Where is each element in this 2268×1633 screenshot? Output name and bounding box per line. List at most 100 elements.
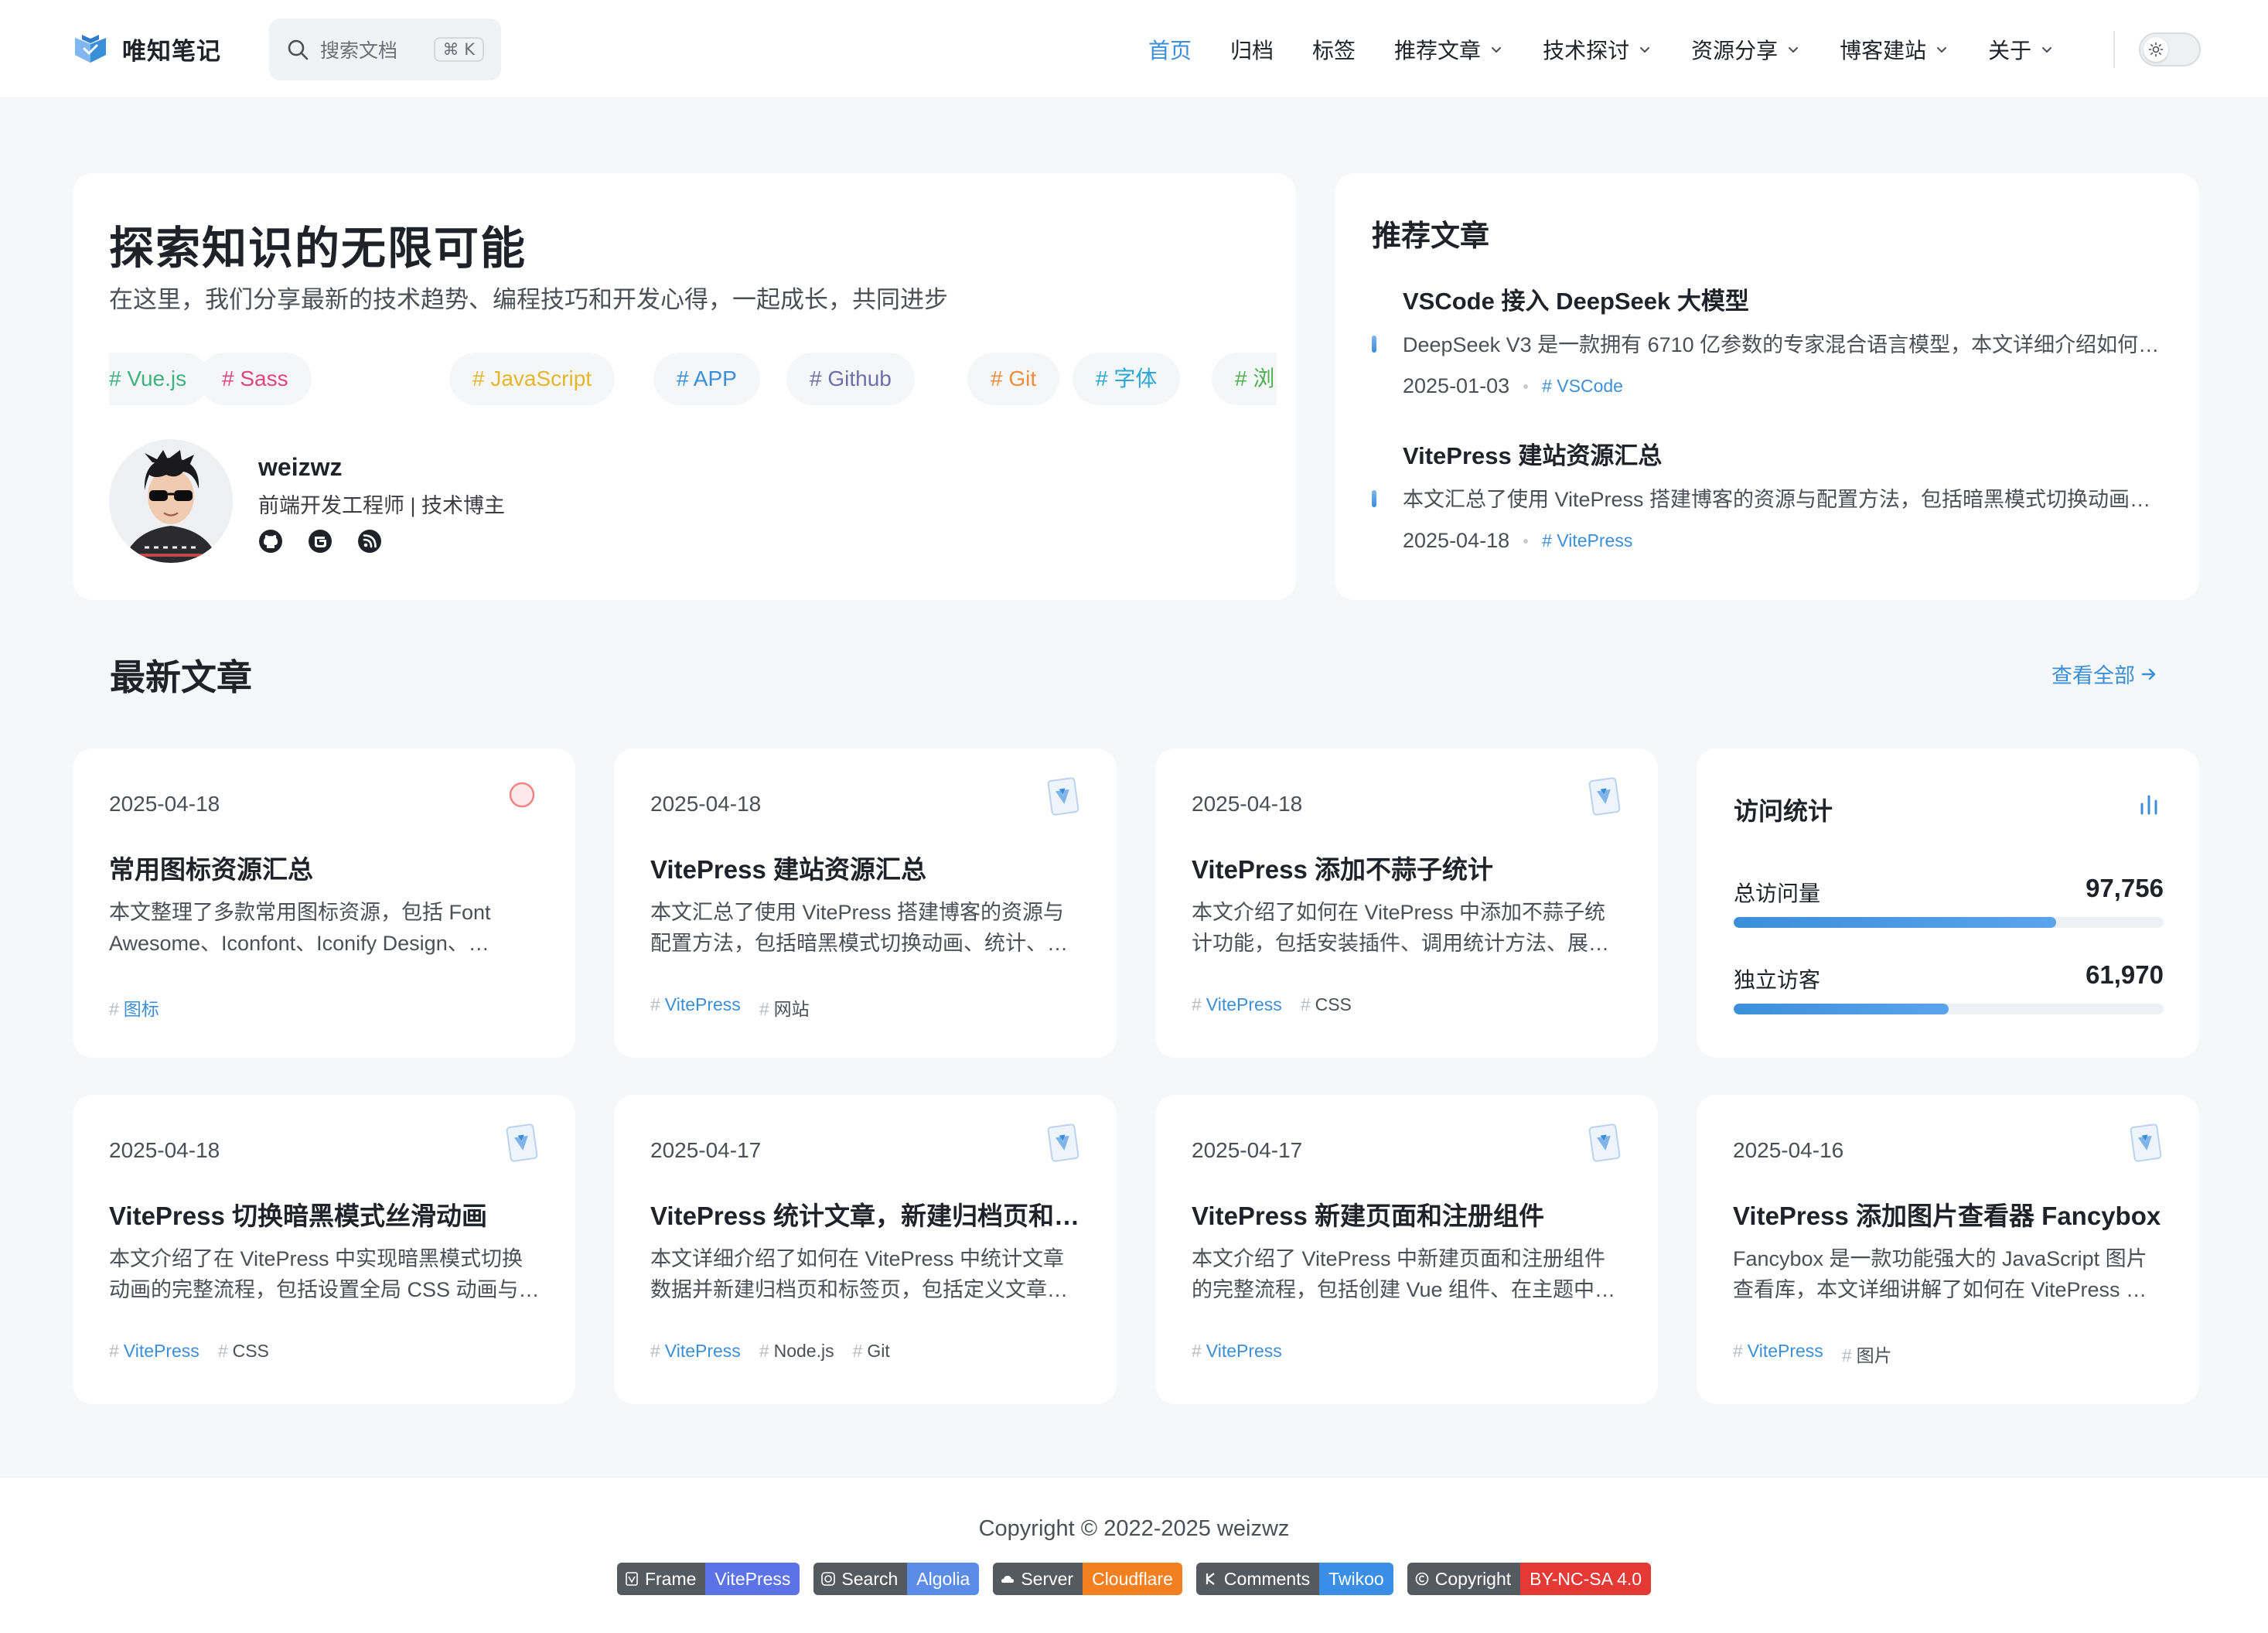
rss-icon[interactable] (357, 529, 382, 554)
recommend-title: 推荐文章 (1372, 220, 1490, 253)
nav-item[interactable]: 关于 (1988, 34, 2055, 65)
post-tag[interactable]: # VitePress (650, 1341, 741, 1362)
hero-tag[interactable]: # Vue.js (109, 353, 210, 405)
meta-dot (1523, 538, 1529, 544)
nav-item[interactable]: 标签 (1312, 34, 1356, 65)
post-tag[interactable]: # VitePress (1192, 994, 1282, 1015)
post-tag[interactable]: # VitePress (1192, 1341, 1282, 1362)
hero-tag[interactable]: # JavaScript (449, 353, 616, 405)
view-all-link[interactable]: 查看全部 (2051, 659, 2158, 689)
recommend-item-tag[interactable]: # VSCode (1542, 376, 1623, 397)
recommend-item-title[interactable]: VitePress 建站资源汇总 (1403, 436, 1662, 471)
nav-item-label: 标签 (1312, 38, 1356, 63)
footer-badge[interactable]: Copyright BY-NC-SA 4.0 (1407, 1563, 1652, 1595)
nav-item[interactable]: 资源分享 (1691, 34, 1801, 65)
hero-tag[interactable]: # Git (967, 353, 1060, 405)
search-icon (288, 39, 309, 60)
nav-item-label: 关于 (1988, 38, 2032, 63)
arrow-right-icon (2141, 668, 2156, 680)
nav-item[interactable]: 首页 (1148, 34, 1192, 65)
post-date: 2025-04-18 (650, 792, 762, 816)
post-tag[interactable]: # 图片 (1842, 1341, 1892, 1367)
badge-left-label: Comments (1223, 1569, 1311, 1589)
hash-mark: # (759, 999, 769, 1019)
post-tag-label: CSS (1315, 994, 1352, 1014)
search-shortcut: ⌘ K (433, 37, 484, 62)
post-title[interactable]: VitePress 新建页面和注册组件 (1192, 1195, 1625, 1232)
circle-icon (509, 782, 535, 808)
post-tag-label: VitePress (664, 994, 741, 1014)
cloud-icon (1001, 1576, 1015, 1583)
post-card[interactable]: 2025-04-18 常用图标资源汇总 本文整理了多款常用图标资源，包括 Font … (73, 748, 575, 1058)
hero-tag[interactable]: # Github (786, 353, 915, 405)
post-desc: 本文介绍了 VitePress 中新建页面和注册组件的完整流程，包括创建 Vue… (1192, 1247, 1616, 1301)
hero-tag[interactable]: # 字体 (1073, 353, 1181, 405)
nav-item[interactable]: 推荐文章 (1394, 34, 1504, 65)
footer-badge[interactable]: Search Algolia (813, 1563, 980, 1595)
post-tags: # VitePress # Node.js # Git (650, 1341, 909, 1362)
post-tag[interactable]: # VitePress (109, 1341, 200, 1362)
avatar[interactable] (109, 439, 233, 563)
badge-left: Server (993, 1563, 1083, 1595)
hero-tag[interactable]: # 浏览器 (1212, 353, 1277, 405)
stat-value: 61,970 (2086, 960, 2164, 989)
post-card[interactable]: 2025-04-18 VitePress 切换暗黑模式丝滑动画 本文介绍了在 Vit… (73, 1095, 575, 1404)
footer-badge[interactable]: Comments Twikoo (1195, 1563, 1393, 1595)
post-card[interactable]: 2025-04-17 VitePress 新建页面和注册组件 本文介绍了 ViteP… (1155, 1095, 1658, 1404)
post-tag[interactable]: # CSS (218, 1341, 269, 1362)
post-tags: # VitePress # 网站 (650, 994, 828, 1021)
post-card[interactable]: 2025-04-18 VitePress 建站资源汇总 本文汇总了使用 VitePr… (614, 748, 1117, 1058)
stat-label: 独立访客 (1734, 968, 1821, 992)
post-title[interactable]: 常用图标资源汇总 (109, 849, 542, 886)
hash-mark: # (1192, 1341, 1202, 1361)
nav-item[interactable]: 技术探讨 (1543, 34, 1652, 65)
recommend-item[interactable]: VSCode 接入 DeepSeek 大模型 DeepSeek V3 是一款拥有… (1372, 281, 2168, 405)
hero-tag[interactable]: # APP (653, 353, 760, 405)
vitepress-icon (1047, 1123, 1079, 1162)
hero-tag[interactable]: # Sass (199, 353, 312, 405)
post-title[interactable]: VitePress 建站资源汇总 (650, 849, 1083, 886)
post-tag-label: VitePress (664, 1341, 741, 1361)
post-card[interactable]: 2025-04-16 VitePress 添加图片查看器 Fancybox Fanc… (1697, 1095, 2199, 1404)
post-tag[interactable]: # 图标 (109, 994, 159, 1021)
post-tag[interactable]: # Node.js (759, 1341, 834, 1362)
post-title[interactable]: VitePress 统计文章，新建归档页和标签页 (650, 1195, 1083, 1232)
stat-label: 总访问量 (1734, 881, 1821, 905)
nav-item[interactable]: 归档 (1230, 34, 1274, 65)
recommend-accent-bar (1372, 336, 1376, 353)
post-tag[interactable]: # 网站 (759, 994, 810, 1021)
hash-mark: # (109, 999, 119, 1019)
nav-item-label: 首页 (1148, 38, 1192, 63)
search-placeholder: 搜索文档 (320, 40, 398, 62)
sun-icon (2144, 37, 2168, 62)
post-tag[interactable]: # CSS (1301, 994, 1352, 1015)
gitee-icon[interactable] (308, 529, 333, 554)
post-card[interactable]: 2025-04-18 VitePress 添加不蒜子统计 本文介绍了如何在 Vite… (1155, 748, 1658, 1058)
chevron-down-icon (1640, 46, 1650, 53)
post-card[interactable]: 2025-04-17 VitePress 统计文章，新建归档页和标签页 本文详细介绍… (614, 1095, 1117, 1404)
post-tag[interactable]: # VitePress (1733, 1341, 1823, 1367)
recommend-item[interactable]: VitePress 建站资源汇总 本文汇总了使用 VitePress 搭建博客的… (1372, 436, 2168, 560)
stat-progress-track (1734, 1004, 2164, 1014)
brand[interactable]: 唯知笔记 (73, 29, 221, 68)
search-button[interactable]: 搜索文档 ⌘ K (269, 19, 501, 80)
github-icon[interactable] (258, 529, 283, 554)
post-tag-label: 图标 (123, 999, 159, 1019)
recommend-item-tag[interactable]: # VitePress (1542, 530, 1632, 551)
post-title[interactable]: VitePress 添加不蒜子统计 (1192, 849, 1625, 886)
footer-badge[interactable]: Server Cloudflare (993, 1563, 1182, 1595)
recommend-item-meta: 2025-01-03 # VSCode (1403, 374, 1623, 398)
footer-badge[interactable]: Frame VitePress (616, 1563, 800, 1595)
post-tag[interactable]: # Git (853, 1341, 890, 1362)
recommend-item-title[interactable]: VSCode 接入 DeepSeek 大模型 (1403, 281, 1749, 316)
post-title[interactable]: VitePress 切换暗黑模式丝滑动画 (109, 1195, 542, 1232)
hero-title: 探索知识的无限可能 (109, 223, 527, 274)
post-title[interactable]: VitePress 添加图片查看器 Fancybox (1733, 1195, 2166, 1232)
post-tag[interactable]: # VitePress (650, 994, 741, 1021)
post-tag-label: Node.js (773, 1341, 834, 1361)
post-tag-label: Git (867, 1341, 890, 1361)
footer-badges: Frame VitePress Search Algolia Server Cloudfl… (0, 1563, 2268, 1595)
nav-item[interactable]: 博客建站 (1840, 34, 1949, 65)
theme-toggle[interactable] (2139, 32, 2201, 66)
footer: Copyright © 2022-2025 weizwz Frame VitePr… (0, 1477, 2268, 1633)
